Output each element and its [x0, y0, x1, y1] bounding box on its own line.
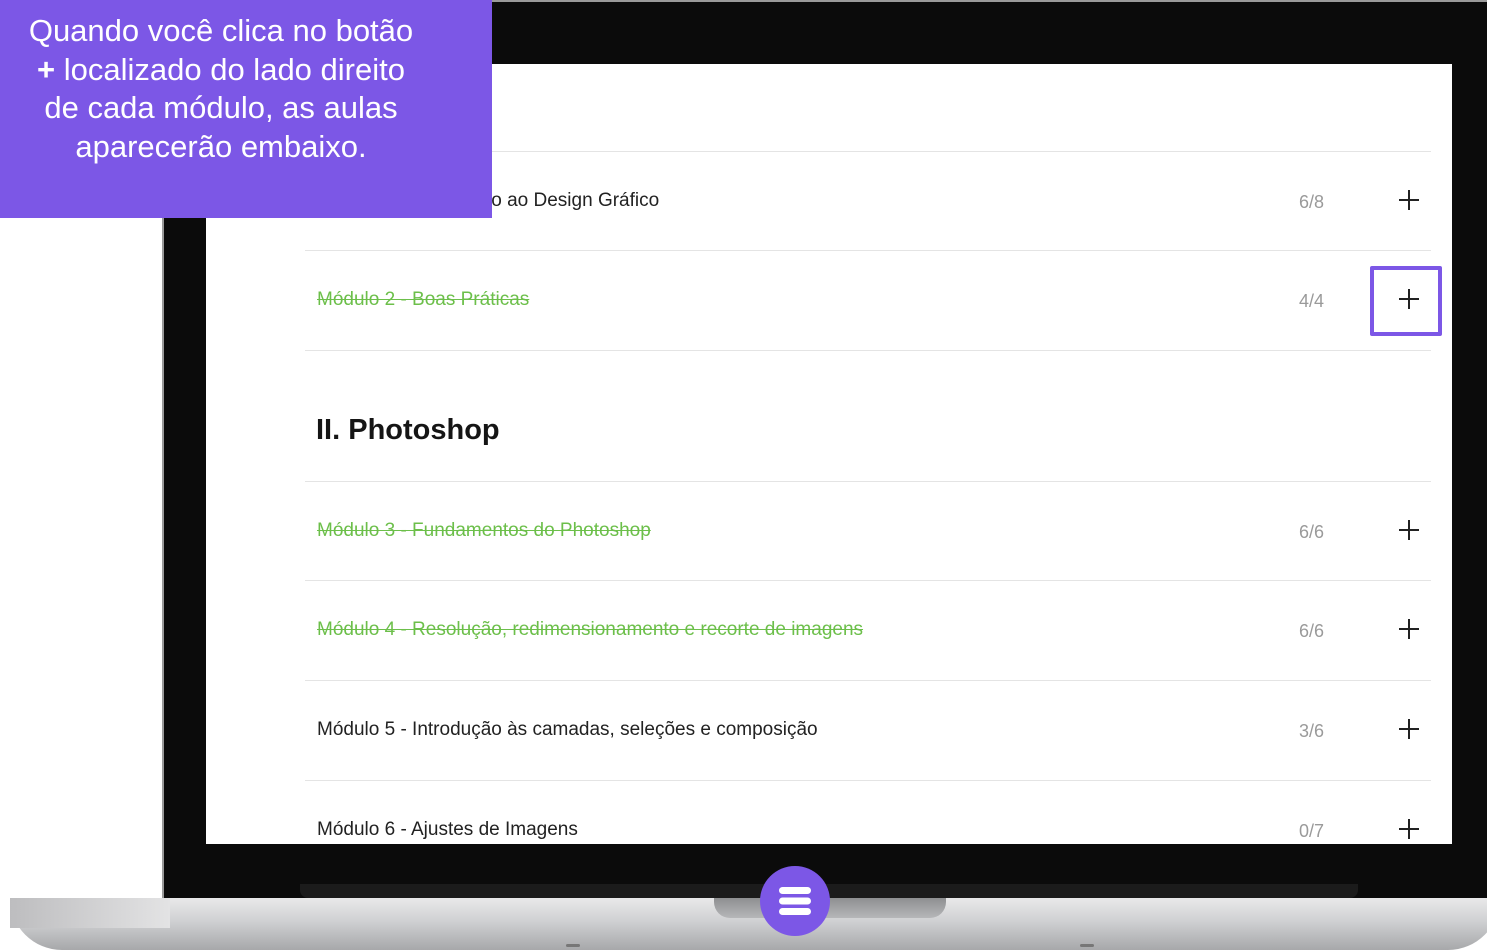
tooltip-line: Quando você clica no botão [28, 13, 414, 48]
module-progress-count: 6/6 [1299, 621, 1325, 641]
laptop-foot [566, 944, 580, 947]
module-label: Módulo 3 - Fundamentos do Photoshop [317, 520, 651, 541]
module-progress-count: 3/6 [1299, 721, 1325, 741]
expand-module-button[interactable] [1393, 512, 1425, 548]
plus-icon [1399, 719, 1419, 739]
module-row-5[interactable]: Módulo 5 - Introdução às camadas, seleçõ… [305, 681, 1431, 781]
tooltip-line: + localizado do lado direito [0, 51, 492, 90]
tutorial-stage: Módulo 1 - Introdução ao Design Gráfico … [0, 0, 1487, 950]
tooltip-plus-symbol: + [37, 51, 56, 87]
plus-icon [1399, 619, 1419, 639]
plus-icon [1399, 520, 1419, 540]
tooltip-line: aparecerão embaixo. [75, 128, 367, 164]
plus-icon [1399, 819, 1419, 839]
tooltip-line-text: localizado do lado direito [55, 51, 405, 87]
module-row-3[interactable]: Módulo 3 - Fundamentos do Photoshop 6/6 [305, 481, 1431, 581]
tutorial-tooltip: Quando você clica no botão + localizado … [0, 0, 492, 218]
module-row-2[interactable]: Módulo 2 - Boas Práticas 4/4 [305, 251, 1431, 351]
expand-module-button[interactable] [1393, 182, 1425, 218]
expand-module-button[interactable] [1393, 711, 1425, 747]
module-progress-count: 0/7 [1299, 821, 1325, 841]
plus-icon [1399, 190, 1419, 210]
module-progress-count: 6/8 [1299, 192, 1325, 212]
module-label: Módulo 4 - Resolução, redimensionamento … [317, 619, 864, 640]
expand-module-button[interactable] [1393, 811, 1425, 844]
module-progress-count: 4/4 [1299, 291, 1325, 311]
module-label: Módulo 5 - Introdução às camadas, seleçõ… [317, 719, 818, 740]
module-progress-count: 6/6 [1299, 522, 1325, 542]
laptop-base-edge [10, 898, 170, 928]
module-row-4[interactable]: Módulo 4 - Resolução, redimensionamento … [305, 581, 1431, 681]
section-title: II. Photoshop [316, 414, 500, 446]
hamburger-menu-icon [779, 887, 811, 915]
laptop-notch [714, 898, 946, 918]
tooltip-line: de cada módulo, as aulas [44, 90, 398, 125]
module-row-6[interactable]: Módulo 6 - Ajustes de Imagens 0/7 [305, 781, 1431, 844]
plus-button-highlight [1370, 266, 1442, 336]
laptop-foot [1080, 944, 1094, 947]
module-label: Módulo 6 - Ajustes de Imagens [317, 819, 578, 840]
expand-module-button[interactable] [1393, 611, 1425, 647]
module-label: Módulo 2 - Boas Práticas [317, 289, 530, 310]
menu-button[interactable] [760, 866, 830, 936]
